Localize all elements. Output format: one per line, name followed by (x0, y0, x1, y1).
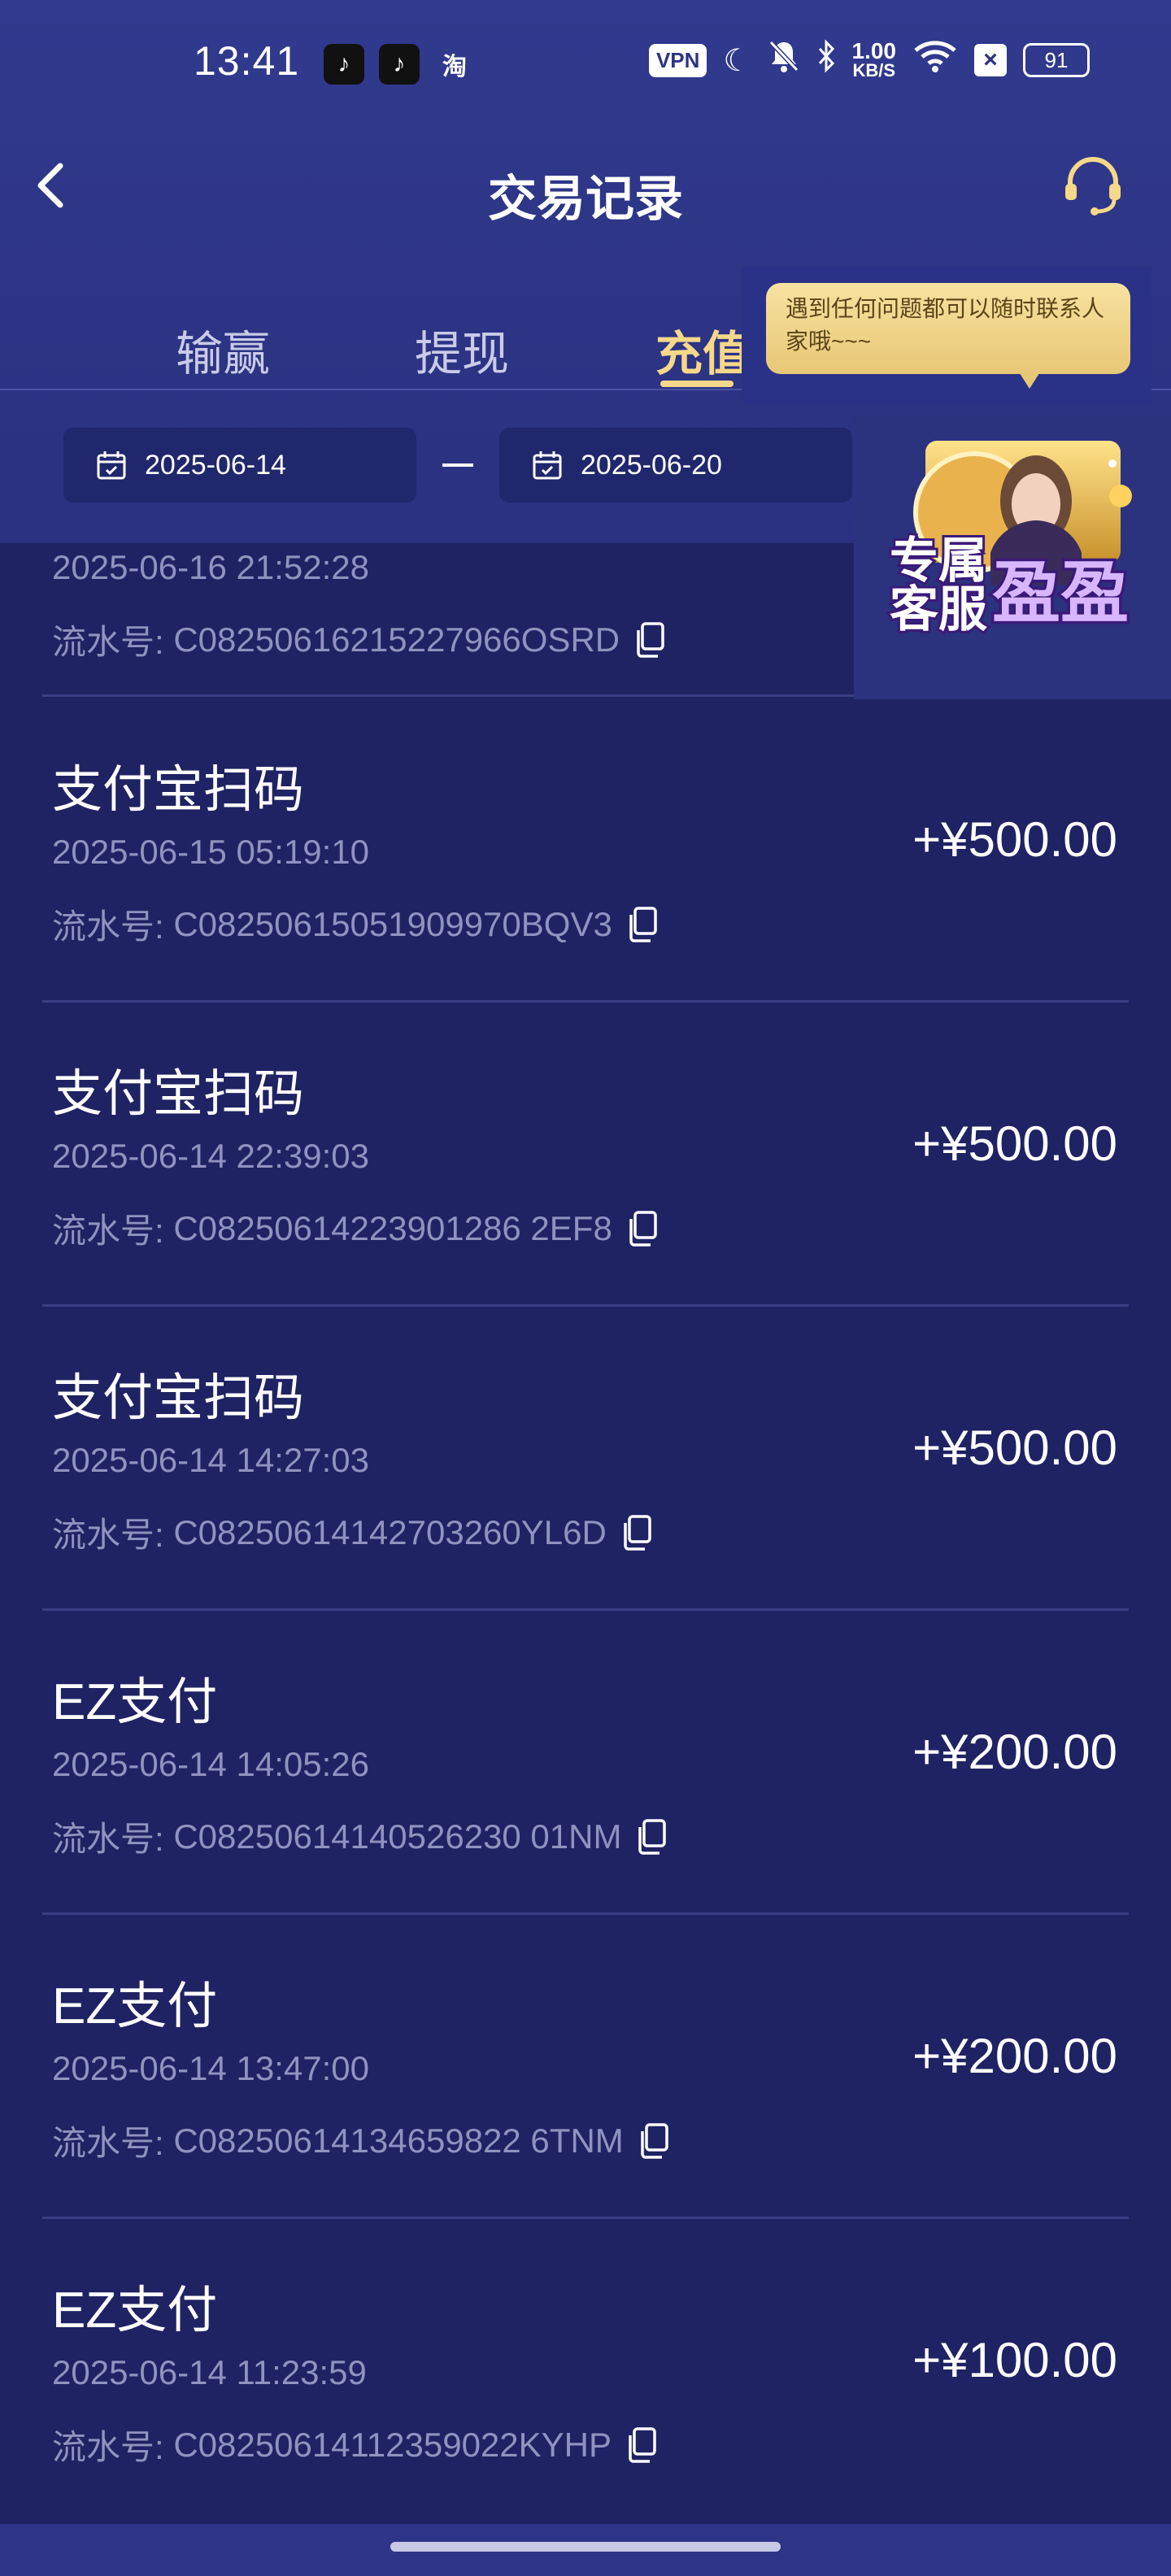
bluetooth-icon (816, 39, 836, 81)
payment-method: 支付宝扫码 (52, 1370, 305, 1426)
start-date-picker[interactable]: 2025-06-14 (63, 428, 416, 503)
status-bar: 13:41 ♪ ♪ 淘 VPN ☾ 1.00 KB/S × 91 (0, 0, 1171, 130)
transaction-time: 2025-06-16 21:52:28 (52, 548, 369, 586)
copy-icon[interactable] (625, 1210, 658, 1247)
serial-number: C08250616215227966OSRD (173, 620, 620, 659)
transaction-item[interactable]: EZ支付 2025-06-14 11:23:59 流水号: C08250614112… (0, 2218, 1171, 2521)
serial-label: 流水号: (52, 907, 164, 946)
serial-number: C08250614142703260YL6D (173, 1512, 607, 1551)
transaction-item[interactable]: 支付宝扫码 2025-06-14 22:39:03 流水号: C0825061422… (0, 1002, 1171, 1304)
promo-text-block: 专属 客服 盈盈 (887, 533, 1150, 659)
copy-icon[interactable] (633, 621, 665, 659)
serial-number: C08250614140526230 01NM (173, 1817, 622, 1856)
network-speed: 1.00 KB/S (851, 38, 897, 80)
support-tooltip[interactable]: 遇到任何问题都可以随时联系人家哦~~~ (742, 267, 1151, 405)
transaction-item[interactable]: 支付宝扫码 2025-06-14 14:27:03 流水号: C0825061414… (0, 1306, 1171, 1608)
date-range-separator (442, 463, 473, 467)
transaction-amount: +¥200.00 (912, 2029, 1117, 2083)
transaction-time: 2025-06-14 14:05:26 (52, 1745, 369, 1783)
taobao-icon: 淘 (442, 54, 467, 80)
customer-service-icon[interactable] (1060, 153, 1125, 218)
transaction-serial: 流水号: C08250614223901286 2EF8 (52, 1203, 658, 1253)
promo-line-1: 专属 (887, 533, 990, 588)
transaction-serial: 流水号: C08250616215227966OSRD (52, 615, 665, 664)
serial-number: C08250614112359022KYHP (173, 2425, 612, 2464)
status-icons: VPN ☾ 1.00 KB/S × 91 (648, 38, 1090, 81)
serial-label: 流水号: (52, 1516, 164, 1554)
transaction-time: 2025-06-14 13:47:00 (52, 2049, 369, 2087)
transaction-amount: +¥500.00 (912, 812, 1117, 867)
customer-service-promo[interactable]: 专属 客服 盈盈 (854, 415, 1171, 699)
serial-label: 流水号: (52, 1820, 164, 1858)
transaction-time: 2025-06-14 14:27:03 (52, 1441, 369, 1479)
speed-unit: KB/S (852, 60, 896, 80)
copy-icon[interactable] (625, 906, 658, 943)
bottom-bar (0, 2524, 1171, 2576)
transaction-item[interactable]: EZ支付 2025-06-14 13:47:00 流水号: C08250614134… (0, 1914, 1171, 2217)
transaction-amount: +¥500.00 (912, 1421, 1117, 1475)
payment-method: EZ支付 (52, 1674, 218, 1730)
nav-bar: 交易记录 (0, 138, 1171, 236)
start-date-text: 2025-06-14 (145, 449, 286, 481)
transaction-amount: +¥100.00 (912, 2333, 1117, 2387)
home-indicator[interactable] (390, 2542, 781, 2552)
tab-withdraw[interactable]: 提现 (415, 315, 509, 384)
serial-label: 流水号: (52, 623, 164, 661)
transaction-amount: +¥500.00 (912, 1116, 1117, 1171)
calendar-icon (97, 451, 126, 480)
transaction-item[interactable]: 支付宝扫码 2025-06-15 05:19:10 流水号: C0825061505… (0, 698, 1171, 1000)
speed-value: 1.00 (851, 38, 897, 63)
payment-method: EZ支付 (52, 2282, 218, 2339)
serial-label: 流水号: (52, 2124, 164, 2162)
status-time: 13:41 (194, 38, 300, 84)
transaction-time: 2025-06-14 22:39:03 (52, 1137, 369, 1175)
copy-icon[interactable] (637, 2122, 669, 2160)
moon-icon: ☾ (723, 43, 751, 78)
transaction-serial: 流水号: C08250615051909970BQV3 (52, 899, 658, 949)
calendar-icon (533, 451, 562, 480)
serial-number: C08250614134659822 6TNM (173, 2121, 624, 2160)
end-date-picker[interactable]: 2025-06-20 (499, 428, 852, 503)
close-box-icon: × (974, 44, 1007, 76)
serial-number: C08250614223901286 2EF8 (173, 1208, 612, 1247)
transaction-serial: 流水号: C08250614140526230 01NM (52, 1812, 667, 1861)
transaction-serial: 流水号: C08250614142703260YL6D (52, 1508, 652, 1557)
tiktok-icon: ♪ (379, 44, 420, 85)
transaction-item[interactable]: EZ支付 2025-06-14 14:05:26 流水号: C08250614140… (0, 1610, 1171, 1912)
wifi-icon (912, 39, 958, 81)
transaction-amount: +¥200.00 (912, 1725, 1117, 1779)
transaction-serial: 流水号: C08250614112359022KYHP (52, 2420, 657, 2469)
tab-deposit[interactable]: 充值 (655, 315, 750, 384)
payment-method: EZ支付 (52, 1978, 218, 2034)
copy-icon[interactable] (620, 1514, 652, 1551)
serial-label: 流水号: (52, 1212, 164, 1250)
transaction-time: 2025-06-15 05:19:10 (52, 833, 369, 871)
copy-icon[interactable] (634, 1818, 667, 1856)
end-date-text: 2025-06-20 (581, 449, 722, 481)
transaction-serial: 流水号: C08250614134659822 6TNM (52, 2116, 669, 2165)
tooltip-bubble: 遇到任何问题都可以随时联系人家哦~~~ (766, 283, 1130, 374)
battery-icon: 91 (1023, 43, 1090, 77)
tab-winloss[interactable]: 输赢 (176, 315, 270, 384)
payment-method: 支付宝扫码 (52, 1066, 305, 1122)
serial-label: 流水号: (52, 2428, 164, 2466)
promo-name: 盈盈 (989, 554, 1131, 633)
active-tab-indicator (660, 381, 734, 387)
vpn-icon: VPN (648, 43, 707, 77)
tiktok-lite-icon: ♪ (324, 44, 364, 85)
transaction-time: 2025-06-14 11:23:59 (52, 2353, 367, 2391)
serial-number: C08250615051909970BQV3 (173, 904, 612, 943)
mute-bell-icon (768, 39, 800, 81)
page-title: 交易记录 (488, 172, 683, 226)
promo-line-2: 客服 (887, 582, 990, 637)
payment-method: 支付宝扫码 (52, 762, 305, 818)
copy-icon[interactable] (625, 2426, 657, 2464)
tooltip-tail (1018, 371, 1041, 389)
